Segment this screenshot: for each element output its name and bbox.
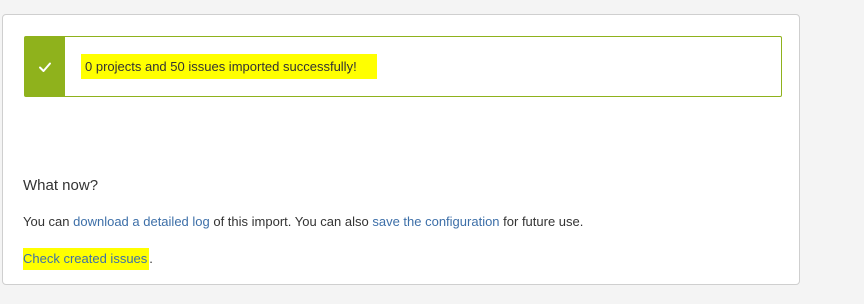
what-now-heading: What now? [23, 177, 99, 194]
success-alert: 0 projects and 50 issues imported succes… [24, 36, 782, 97]
line2-suffix: . [149, 251, 153, 266]
check-issues-highlight: Check created issues [23, 248, 150, 270]
alert-message-wrap: 0 projects and 50 issues imported succes… [65, 37, 377, 96]
line1-middle: of this import. You can also [209, 214, 373, 229]
line1-suffix: for future use. [499, 214, 584, 229]
check-issues-line: Check created issues. [23, 248, 153, 270]
checkmark-icon [39, 62, 51, 72]
next-steps-text: You can download a detailed log of this … [23, 213, 583, 231]
download-log-link[interactable]: download a detailed log [73, 214, 210, 229]
alert-message: 0 projects and 50 issues imported succes… [81, 54, 377, 79]
save-configuration-link[interactable]: save the configuration [372, 214, 499, 229]
success-icon-box [25, 37, 65, 96]
line1-prefix: You can [23, 214, 74, 229]
import-result-panel: 0 projects and 50 issues imported succes… [2, 14, 800, 285]
check-created-issues-link[interactable]: Check created issues [23, 251, 147, 266]
